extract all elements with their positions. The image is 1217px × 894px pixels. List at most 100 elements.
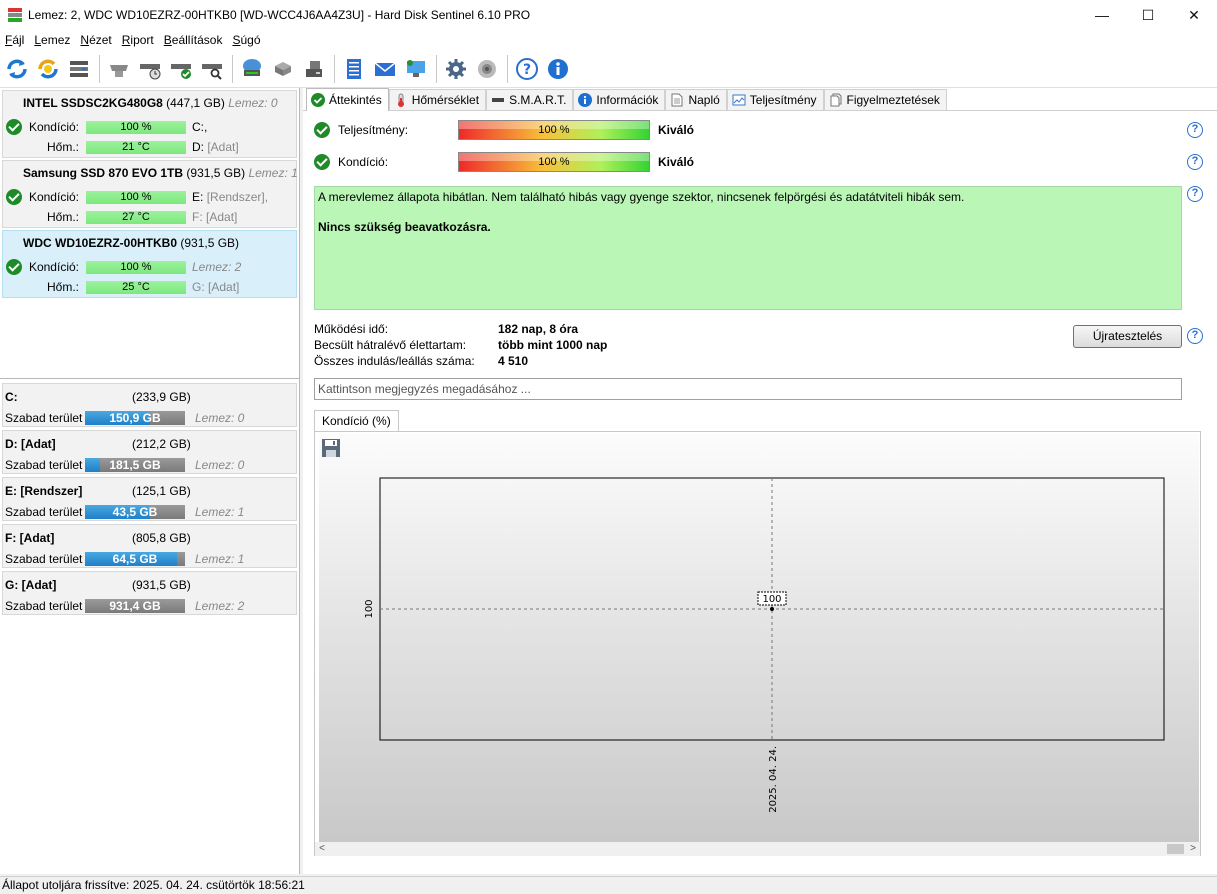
scroll-right-button[interactable]: > <box>1186 842 1200 856</box>
disk-search-icon[interactable] <box>198 55 226 83</box>
menu-disk[interactable]: Lemez <box>33 33 79 47</box>
disk-number: Lemez: 0 <box>228 96 278 110</box>
disk-list-icon[interactable] <box>65 55 93 83</box>
help-icon[interactable]: ? <box>513 55 541 83</box>
tab-smart[interactable]: S.M.A.R.T. <box>486 89 574 110</box>
tab-performance[interactable]: Teljesítmény <box>726 89 824 110</box>
title-bar: Lemez: 2, WDC WD10EZRZ-00HTKB0 [WD-WCC4J… <box>0 0 1217 30</box>
menu-help[interactable]: Súgó <box>231 33 269 47</box>
volume-card-d[interactable]: D: [Adat] (212,2 GB) Szabad terület 181,… <box>2 430 297 474</box>
disk-schedule-icon[interactable] <box>136 55 164 83</box>
info-icon[interactable] <box>544 55 572 83</box>
free-space-bar: 181,5 GB <box>85 458 185 472</box>
send-report-icon[interactable] <box>402 55 430 83</box>
disk-size: (931,5 GB) <box>180 236 240 250</box>
condition-label: Kondíció: <box>338 155 389 169</box>
menu-bar: Fájl Lemez Nézet Riport Beállítások Súgó <box>0 30 1217 50</box>
volume-size: (931,5 GB) <box>132 578 191 592</box>
menu-report[interactable]: Riport <box>121 33 163 47</box>
gear-icon[interactable] <box>442 55 470 83</box>
drive-surface-icon[interactable] <box>269 55 297 83</box>
scroll-thumb[interactable] <box>1167 844 1184 854</box>
condition-rating: Kiváló <box>658 155 695 169</box>
volume-card-g[interactable]: G: [Adat] (931,5 GB) Szabad terület 931,… <box>2 571 297 615</box>
menu-settings[interactable]: Beállítások <box>163 33 232 47</box>
menu-view[interactable]: Nézet <box>79 33 120 47</box>
disk-size: (447,1 GB) <box>166 96 225 110</box>
help-icon[interactable]: ? <box>1187 328 1203 344</box>
chart-scrollbar[interactable]: < > <box>315 842 1200 856</box>
free-space-label: Szabad terület <box>5 505 83 519</box>
maximize-button[interactable]: ☐ <box>1125 0 1171 30</box>
volume-ref: D: [Adat] <box>192 140 239 154</box>
y-tick-label: 100 <box>364 599 375 618</box>
check-icon <box>314 154 330 170</box>
disk-name: WDC WD10EZRZ-00HTKB0 <box>23 236 178 250</box>
disk-card-samsung[interactable]: Samsung SSD 870 EVO 1TB (931,5 GB) Lemez… <box>2 160 298 228</box>
volume-card-f[interactable]: F: [Adat] (805,8 GB) Szabad terület 64,5… <box>2 524 297 568</box>
x-tick-label: 2025. 04. 24. <box>768 746 779 813</box>
help-icon[interactable]: ? <box>1187 186 1203 202</box>
free-space-label: Szabad terület <box>5 458 83 472</box>
volume-card-c[interactable]: C: (233,9 GB) Szabad terület 150,9 GB Le… <box>2 383 297 427</box>
disk-number: Lemez: 1 <box>248 166 298 180</box>
uptime-value: 182 nap, 8 óra <box>498 322 579 336</box>
report-icon[interactable] <box>340 55 368 83</box>
scroll-left-button[interactable]: < <box>315 842 329 856</box>
temp-label: Hőm.: <box>46 210 79 224</box>
free-space-label: Szabad terület <box>5 411 83 425</box>
volume-disk: Lemez: 1 <box>195 505 245 519</box>
tab-overview[interactable]: Áttekintés <box>306 88 389 111</box>
condition-bar: 100 % <box>458 152 650 172</box>
email-icon[interactable] <box>371 55 399 83</box>
disk-name: Samsung SSD 870 EVO 1TB <box>23 166 184 180</box>
free-space-bar: 931,4 GB <box>85 599 185 613</box>
check-icon <box>6 119 22 135</box>
help-icon[interactable]: ? <box>1187 154 1203 170</box>
help-icon[interactable]: ? <box>1187 122 1203 138</box>
temp-label: Hőm.: <box>46 280 79 294</box>
temp-bar: 21 °C <box>86 141 186 154</box>
status-message: A merevlemez állapota hibátlan. Nem talá… <box>318 190 965 204</box>
tab-temperature[interactable]: Hőmérséklet <box>388 89 487 110</box>
sound-icon[interactable] <box>473 55 501 83</box>
disk-check-icon[interactable] <box>167 55 195 83</box>
volume-card-e[interactable]: E: [Rendszer] (125,1 GB) Szabad terület … <box>2 477 297 521</box>
chart-tab-condition[interactable]: Kondíció (%) <box>314 410 399 432</box>
volume-ref: E: [Rendszer], <box>192 190 269 204</box>
condition-label: Kondíció: <box>28 120 79 134</box>
refresh-warning-icon[interactable] <box>34 55 62 83</box>
disk-info-icon[interactable] <box>105 55 133 83</box>
refresh-icon[interactable] <box>3 55 31 83</box>
volume-name: E: [Rendszer] <box>5 484 83 498</box>
disk-card-wdc[interactable]: WDC WD10EZRZ-00HTKB0 (931,5 GB) Kondíció… <box>2 230 297 298</box>
free-space-bar: 43,5 GB <box>85 505 185 519</box>
check-icon <box>6 189 22 205</box>
volume-disk: Lemez: 1 <box>195 552 245 566</box>
close-button[interactable]: ✕ <box>1171 0 1217 30</box>
menu-file[interactable]: Fájl <box>4 33 33 47</box>
left-panel: INTEL SSDSC2KG480G8 (447,1 GB) Lemez: 0 … <box>0 88 300 874</box>
drive-icon <box>491 93 505 107</box>
volume-list: C: (233,9 GB) Szabad terület 150,9 GB Le… <box>0 378 299 874</box>
minimize-button[interactable]: — <box>1079 0 1125 30</box>
right-panel: Áttekintés Hőmérséklet S.M.A.R.T. Inform… <box>303 88 1217 874</box>
data-point <box>770 607 774 611</box>
tab-information[interactable]: Információk <box>573 89 666 110</box>
disk-card-intel[interactable]: INTEL SSDSC2KG480G8 (447,1 GB) Lemez: 0 … <box>2 90 297 158</box>
starts-value: 4 510 <box>498 354 529 368</box>
volume-size: (212,2 GB) <box>132 437 191 451</box>
network-disk-icon[interactable] <box>238 55 266 83</box>
performance-bar: 100 % <box>458 120 650 140</box>
disk-number: Lemez: 2 <box>192 260 242 274</box>
free-space-bar: 150,9 GB <box>85 411 185 425</box>
drive-copy-icon[interactable] <box>300 55 328 83</box>
note-input[interactable]: Kattintson megjegyzés megadásához ... <box>314 378 1182 400</box>
tab-alerts[interactable]: Figyelmeztetések <box>823 89 947 110</box>
thermometer-icon <box>394 93 408 107</box>
tab-log[interactable]: Napló <box>665 89 727 110</box>
retest-button[interactable]: Újratesztelés <box>1073 325 1182 348</box>
volume-disk: Lemez: 0 <box>195 458 245 472</box>
app-icon <box>8 8 22 22</box>
pages-icon <box>829 93 843 107</box>
